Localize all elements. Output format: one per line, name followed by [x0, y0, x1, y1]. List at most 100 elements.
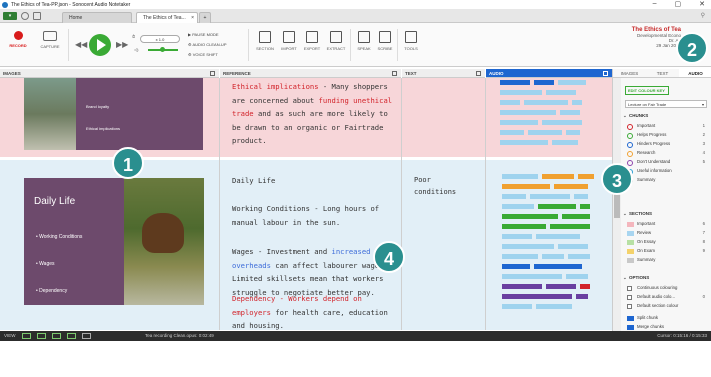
- section-row-review[interactable]: Poor conditions: [402, 160, 485, 330]
- sidebar-scrollbar[interactable]: [613, 78, 621, 331]
- reference-paragraph-dependency[interactable]: Dependency - Workers depend on employers…: [232, 292, 397, 333]
- search-icon[interactable]: ⚲: [701, 12, 705, 19]
- reference-paragraph-working[interactable]: Working Conditions - Long hours of manua…: [232, 202, 397, 229]
- text-note[interactable]: Poor conditions: [414, 174, 464, 198]
- split-chunk-button[interactable]: Split chunk: [627, 314, 707, 322]
- section-item[interactable]: On Essay 8: [627, 238, 707, 246]
- audio-chunk[interactable]: [572, 100, 582, 105]
- audio-chunk[interactable]: [500, 80, 530, 85]
- audio-chunk[interactable]: [502, 204, 534, 209]
- record-button[interactable]: RECORD: [8, 31, 28, 48]
- audio-chunk[interactable]: [554, 184, 588, 189]
- audio-chunk[interactable]: [524, 100, 568, 105]
- audio-chunk[interactable]: [566, 274, 588, 279]
- slide-thumbnail[interactable]: Brand loyalty Ethical implications: [24, 78, 203, 150]
- pin-icon[interactable]: [210, 71, 215, 76]
- colour-key-select[interactable]: Lecture on Fair Trade ▾: [625, 100, 707, 108]
- speed-control[interactable]: x 1.0: [140, 35, 180, 43]
- section-row-important[interactable]: Ethical implications - Many shoppers are…: [220, 78, 401, 157]
- audio-chunk[interactable]: [534, 80, 554, 85]
- audio-view-icon[interactable]: [67, 333, 76, 339]
- extract-button[interactable]: EXTRACT: [324, 31, 348, 51]
- section-button[interactable]: SECTION: [254, 31, 276, 51]
- reference-view-icon[interactable]: [37, 333, 46, 339]
- audio-chunk[interactable]: [580, 204, 590, 209]
- sidebar-tab-text[interactable]: TEXT: [646, 69, 679, 77]
- audio-chunk[interactable]: [546, 284, 576, 289]
- screen-icon[interactable]: [82, 333, 91, 339]
- pin-icon[interactable]: [476, 71, 481, 76]
- section-row-review[interactable]: Daily Life • Working Conditions • Wages …: [0, 160, 219, 330]
- images-view-icon[interactable]: [22, 333, 31, 339]
- audio-chunk[interactable]: [528, 130, 562, 135]
- pin-icon[interactable]: [392, 71, 397, 76]
- pin-icon[interactable]: [603, 71, 608, 76]
- audio-chunk[interactable]: [500, 130, 524, 135]
- options-heading[interactable]: ⌄ OPTIONS: [623, 275, 649, 280]
- volume-slider[interactable]: [148, 47, 178, 52]
- audio-chunk[interactable]: [502, 284, 542, 289]
- audio-chunk[interactable]: [502, 254, 538, 259]
- section-item[interactable]: Review 7: [627, 229, 707, 237]
- edit-colour-key-button[interactable]: EDIT COLOUR KEY: [625, 86, 669, 95]
- back-icon[interactable]: [21, 12, 29, 20]
- chunk-item[interactable]: Helps Progress 2: [627, 131, 707, 139]
- audio-chunk[interactable]: [542, 174, 574, 179]
- merge-chunks-button[interactable]: Merge chunks: [627, 323, 707, 331]
- fast-forward-icon[interactable]: ▶▶: [116, 40, 128, 49]
- slide-daily-life[interactable]: Daily Life • Working Conditions • Wages …: [24, 178, 204, 305]
- reference-paragraph-ethical[interactable]: Ethical implications - Many shoppers are…: [232, 80, 397, 148]
- audio-chunk[interactable]: [562, 214, 590, 219]
- audio-chunk[interactable]: [558, 80, 586, 85]
- audio-chunk[interactable]: [502, 174, 538, 179]
- tab-home[interactable]: Home: [62, 12, 132, 23]
- sidebar-tab-audio[interactable]: AUDIO: [679, 69, 711, 77]
- section-item[interactable]: On Exam 9: [627, 247, 707, 255]
- audio-chunk[interactable]: [500, 120, 538, 125]
- audio-chunk[interactable]: [566, 130, 580, 135]
- audio-chunk[interactable]: [542, 120, 582, 125]
- chunk-item[interactable]: Research 4: [627, 149, 707, 157]
- section-item[interactable]: Summary: [627, 256, 707, 264]
- import-button[interactable]: IMPORT: [278, 31, 300, 51]
- audio-chunk[interactable]: [580, 284, 590, 289]
- section-row-important[interactable]: [486, 78, 612, 157]
- close-button[interactable]: ✕: [699, 0, 705, 8]
- voice-shift-option[interactable]: ⚙ VOICE SHIFT: [188, 52, 218, 57]
- audio-chunk[interactable]: [538, 204, 576, 209]
- audio-clean-up-option[interactable]: ⚙ AUDIO CLEAN-UP: [188, 42, 227, 47]
- tab-ethics-of-tea[interactable]: The Ethics of Tea... ×: [136, 12, 198, 23]
- sidebar-tab-images[interactable]: IMAGES: [613, 69, 646, 77]
- audio-chunk[interactable]: [546, 90, 576, 95]
- chunk-item[interactable]: Important 1: [627, 122, 707, 130]
- text-view-icon[interactable]: [52, 333, 61, 339]
- save-icon[interactable]: [33, 12, 41, 20]
- audio-chunk[interactable]: [534, 264, 582, 269]
- scribe-button[interactable]: SCRIBE: [375, 31, 395, 51]
- maximize-button[interactable]: ▢: [675, 0, 682, 8]
- audio-chunk[interactable]: [500, 140, 548, 145]
- new-tab-button[interactable]: +: [199, 12, 211, 23]
- capture-button[interactable]: CAPTURE: [38, 31, 62, 49]
- audio-chunk[interactable]: [502, 214, 558, 219]
- play-button[interactable]: [89, 34, 111, 56]
- section-row-important[interactable]: Brand loyalty Ethical implications: [0, 78, 219, 157]
- checkbox[interactable]: [627, 294, 632, 300]
- audio-chunk[interactable]: [576, 294, 588, 299]
- section-row-review[interactable]: [486, 160, 612, 330]
- audio-chunk[interactable]: [550, 224, 590, 229]
- checkbox[interactable]: [627, 303, 632, 309]
- audio-chunk[interactable]: [552, 140, 578, 145]
- audio-chunk[interactable]: [578, 174, 594, 179]
- audio-chunk[interactable]: [502, 304, 532, 309]
- chunk-item[interactable]: Hinders Progress 3: [627, 140, 707, 148]
- chunk-item[interactable]: Summary: [627, 176, 707, 184]
- audio-chunk[interactable]: [558, 244, 588, 249]
- pause-mode-option[interactable]: ▶ PAUSE MODE: [188, 32, 219, 37]
- audio-chunk[interactable]: [500, 100, 520, 105]
- chunk-item[interactable]: Useful information: [627, 167, 707, 175]
- tools-button[interactable]: TOOLS: [402, 31, 420, 51]
- section-row-important[interactable]: [402, 78, 485, 157]
- export-button[interactable]: EXPORT: [301, 31, 323, 51]
- audio-chunk[interactable]: [502, 264, 530, 269]
